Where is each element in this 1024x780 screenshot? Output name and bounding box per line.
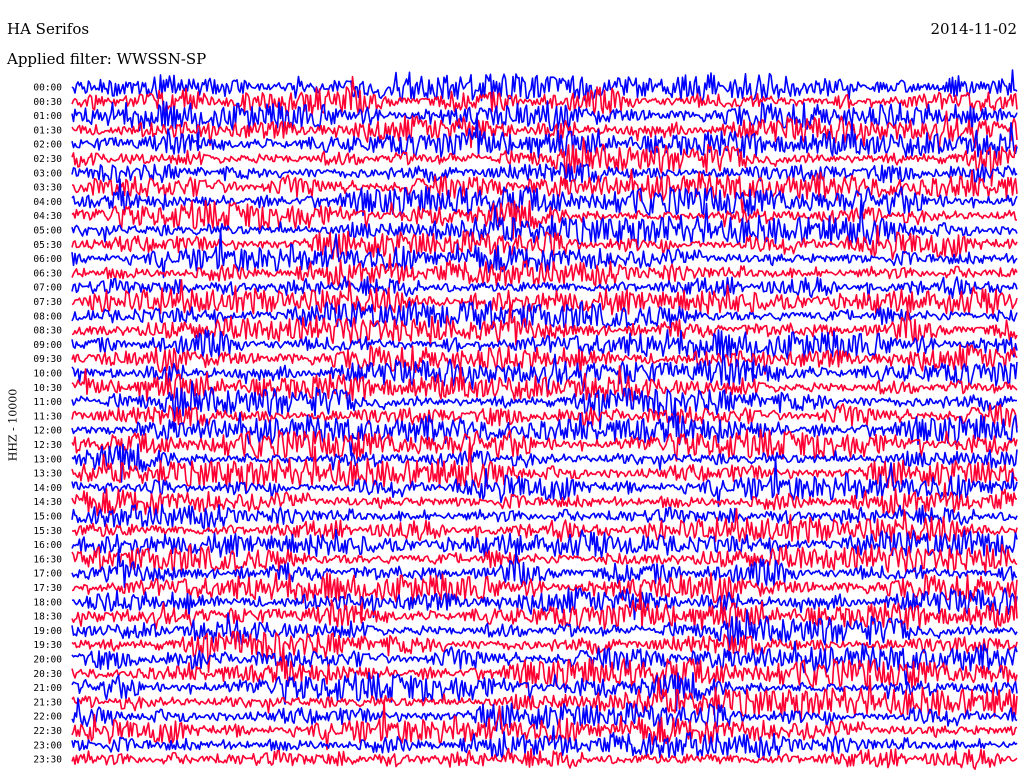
row-time-label: 15:30 <box>33 526 62 537</box>
row-time-label: 11:30 <box>33 411 62 422</box>
row-time-label: 12:30 <box>33 440 62 451</box>
applied-filter-label: Applied filter: WWSSN-SP <box>7 50 207 68</box>
tick-label-group: 00:00 00:30 01:00 01:30 02:00 02:30 03:00 03:30… <box>33 83 62 766</box>
row-time-label: 13:00 <box>33 454 62 465</box>
row-time-label: 00:00 <box>33 83 62 94</box>
trace-group <box>71 69 1018 771</box>
row-time-label: 09:30 <box>33 354 62 365</box>
row-time-label: 07:30 <box>33 297 62 308</box>
row-time-label: 17:00 <box>33 569 62 580</box>
row-time-label: 21:00 <box>33 683 62 694</box>
row-time-label: 21:30 <box>33 697 62 708</box>
row-time-label: 02:30 <box>33 154 62 165</box>
trace-2330 <box>71 747 1018 771</box>
row-time-label: 22:00 <box>33 712 62 723</box>
row-time-label: 07:00 <box>33 283 62 294</box>
row-time-label: 16:00 <box>33 540 62 551</box>
row-time-label: 06:00 <box>33 254 62 265</box>
row-time-label: 15:00 <box>33 512 62 523</box>
row-time-label: 11:00 <box>33 397 62 408</box>
row-time-label: 04:30 <box>33 211 62 222</box>
row-time-label: 03:30 <box>33 183 62 194</box>
row-time-label: 08:00 <box>33 311 62 322</box>
row-time-label: 12:00 <box>33 426 62 437</box>
row-time-label: 19:00 <box>33 626 62 637</box>
row-time-label: 01:30 <box>33 125 62 136</box>
row-time-label: 06:30 <box>33 268 62 279</box>
row-time-label: 00:30 <box>33 97 62 108</box>
row-time-label: 17:30 <box>33 583 62 594</box>
row-time-label: 03:00 <box>33 168 62 179</box>
row-time-label: 01:00 <box>33 111 62 122</box>
row-time-label: 05:00 <box>33 226 62 237</box>
row-time-label: 14:30 <box>33 497 62 508</box>
row-time-label: 20:00 <box>33 655 62 666</box>
row-time-label: 19:30 <box>33 640 62 651</box>
row-time-label: 16:30 <box>33 554 62 565</box>
helicorder-page: HA Serifos 2014-11-02 Applied filter: WW… <box>0 0 1024 780</box>
row-time-label: 23:30 <box>33 755 62 766</box>
row-time-label: 10:00 <box>33 369 62 380</box>
row-time-label: 18:00 <box>33 597 62 608</box>
row-time-label: 04:00 <box>33 197 62 208</box>
row-time-label: 09:00 <box>33 340 62 351</box>
row-time-label: 14:00 <box>33 483 62 494</box>
row-time-label: 23:00 <box>33 740 62 751</box>
row-time-label: 22:30 <box>33 726 62 737</box>
row-time-label: 18:30 <box>33 612 62 623</box>
row-time-label: 10:30 <box>33 383 62 394</box>
row-time-label: 02:00 <box>33 140 62 151</box>
row-time-label: 05:30 <box>33 240 62 251</box>
row-time-label: 20:30 <box>33 669 62 680</box>
trace-1600 <box>71 528 1018 560</box>
helicorder-plot: 00:00 00:30 01:00 01:30 02:00 02:30 03:00 03:30… <box>33 69 1018 771</box>
row-time-label: 08:30 <box>33 326 62 337</box>
row-time-label: 13:30 <box>33 469 62 480</box>
